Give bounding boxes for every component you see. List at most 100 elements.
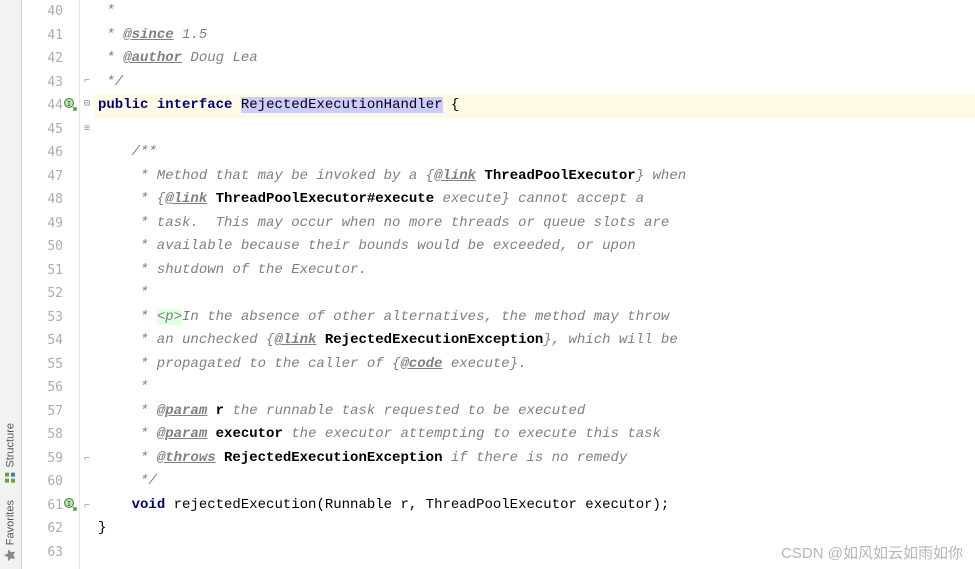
code-text: } when [636, 168, 686, 184]
fold-start-icon[interactable]: ≡ [82, 125, 92, 135]
code-text: the executor attempting to execute this … [283, 426, 661, 442]
line-number: 61 [47, 498, 63, 513]
type-ref: RejectedExecutionException [325, 332, 543, 348]
fold-end-icon[interactable]: ⌐ [82, 502, 92, 512]
javadoc-tag: @param [157, 426, 207, 442]
line-number: 60 [47, 474, 63, 489]
line-number: 57 [47, 404, 63, 419]
code-text: * an unchecked { [98, 332, 274, 348]
javadoc-tag: @since [123, 27, 173, 43]
code-text [207, 403, 215, 419]
type-ref: RejectedExecutionException [224, 450, 442, 466]
line-number: 56 [47, 380, 63, 395]
type-ref: ThreadPoolExecutor [216, 191, 367, 207]
code-text: In the absence of other alternatives, th… [182, 309, 669, 325]
code-text: * [98, 309, 157, 325]
param-name: executor [216, 426, 283, 442]
code-text: * [98, 379, 148, 395]
line-number: 50 [47, 239, 63, 254]
code-text: * [98, 285, 148, 301]
type-ref: ThreadPoolExecutor [484, 168, 635, 184]
code-text: { [443, 97, 460, 113]
line-number: 40 [47, 4, 63, 19]
line-number: 43 [47, 75, 63, 90]
tool-window-bar: Structure Favorites [0, 0, 22, 569]
code-text [316, 332, 324, 348]
svg-text:I: I [67, 500, 71, 508]
javadoc-tag: @code [400, 356, 442, 372]
line-number: 62 [47, 521, 63, 536]
param-name: r [216, 403, 224, 419]
keyword: interface [157, 97, 233, 113]
structure-tab-label: Structure [5, 423, 17, 468]
code-text: * [98, 403, 157, 419]
line-number: 55 [47, 357, 63, 372]
code-text: 1.5 [174, 27, 208, 43]
line-number: 46 [47, 145, 63, 160]
structure-icon [5, 472, 17, 484]
structure-tab[interactable]: Structure [0, 415, 21, 492]
line-number: 42 [47, 51, 63, 66]
fold-end-icon[interactable]: ⌐ [82, 77, 92, 87]
code-text: execute}. [442, 356, 526, 372]
code-text: execute} cannot accept a [434, 191, 644, 207]
implementations-icon[interactable]: I [64, 97, 78, 111]
code-text [207, 191, 215, 207]
code-text: * Method that may be invoked by a { [98, 168, 434, 184]
code-text: Doug Lea [182, 50, 258, 66]
code-text [165, 497, 173, 513]
javadoc-tag: @link [165, 191, 207, 207]
fold-end-icon[interactable]: ⌐ [82, 455, 92, 465]
line-number: 58 [47, 427, 63, 442]
code-text: * [98, 50, 123, 66]
html-tag: <p> [157, 309, 182, 325]
code-text: the runnable task requested to be execut… [224, 403, 585, 419]
code-editor[interactable]: * * @since 1.5 * @author Doug Lea */ pub… [94, 0, 975, 569]
code-text [98, 497, 132, 513]
method-name: rejectedExecution [174, 497, 317, 513]
implementations-icon[interactable]: I [64, 497, 78, 511]
code-text: /** [98, 144, 157, 160]
code-text [207, 426, 215, 442]
method-ref: execute [375, 191, 434, 207]
keyword: void [132, 497, 166, 513]
interface-name: RejectedExecutionHandler [241, 97, 443, 113]
code-text: * propagated to the caller of { [98, 356, 400, 372]
line-number-gutter[interactable]: 40 41 42 43 44 I 45 46 47 48 49 50 51 52… [22, 0, 80, 569]
line-number: 59 [47, 451, 63, 466]
fold-start-icon[interactable]: ⊟ [82, 100, 92, 110]
code-text: */ [98, 74, 123, 90]
code-text: }, which will be [543, 332, 677, 348]
watermark-text: CSDN @如风如云如雨如你 [781, 542, 963, 563]
javadoc-tag: @param [157, 403, 207, 419]
line-number: 53 [47, 310, 63, 325]
star-icon [5, 549, 17, 561]
code-text: * { [98, 191, 165, 207]
line-number: 49 [47, 216, 63, 231]
code-text: * task. This may occur when no more thre… [98, 215, 669, 231]
favorites-tab-label: Favorites [5, 500, 17, 545]
code-text: * shutdown of the Executor. [98, 262, 367, 278]
code-text: * [98, 450, 157, 466]
code-text [216, 450, 224, 466]
javadoc-tag: @link [434, 168, 476, 184]
line-number: 45 [47, 122, 63, 137]
line-number: 44 [47, 98, 63, 113]
code-text: * [98, 426, 157, 442]
line-number: 54 [47, 333, 63, 348]
code-text: (Runnable r, ThreadPoolExecutor executor… [316, 497, 669, 513]
line-number: 48 [47, 192, 63, 207]
javadoc-tag: @throws [157, 450, 216, 466]
code-text: * [98, 27, 123, 43]
line-number: 41 [47, 28, 63, 43]
code-text: } [98, 520, 106, 536]
code-text: */ [98, 473, 157, 489]
line-number: 51 [47, 263, 63, 278]
line-number: 63 [47, 545, 63, 560]
keyword: public [98, 97, 148, 113]
fold-gutter[interactable]: ⌐ ⊟ ≡ ⌐ ⌐ [80, 0, 94, 569]
favorites-tab[interactable]: Favorites [0, 492, 21, 569]
code-text: if there is no remedy [442, 450, 627, 466]
code-text: * [98, 3, 115, 19]
ide-editor: Structure Favorites 40 41 42 43 44 I 45 … [0, 0, 975, 569]
